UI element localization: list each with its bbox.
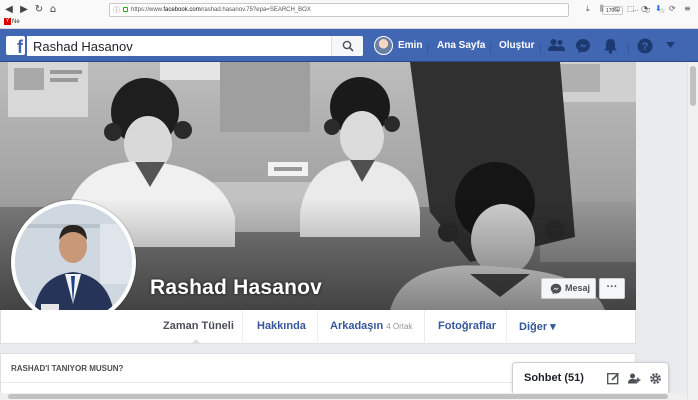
library-icon[interactable]: ⫼ xyxy=(600,4,604,14)
tab-friends-label: Arkadaşın xyxy=(330,320,384,332)
info-icon[interactable]: ⓘ xyxy=(113,4,120,16)
profile-picture[interactable] xyxy=(11,200,136,325)
screenshot-icon[interactable]: ⬚ xyxy=(627,4,635,14)
scrollbar-thumb[interactable] xyxy=(690,66,696,106)
profile-tabs: Zaman Tüneli Hakkında Arkadaşın 4 Ortak F… xyxy=(0,310,636,344)
download-icon[interactable]: ⤓ xyxy=(586,4,590,14)
extension-icon[interactable]: ◔ xyxy=(641,4,648,14)
avatar xyxy=(374,36,393,55)
nav-divider xyxy=(490,43,491,54)
user-name: Emin xyxy=(398,40,423,51)
svg-text:?: ? xyxy=(642,41,649,53)
scrollbar-thumb[interactable] xyxy=(8,394,668,399)
sidebar-icon[interactable]: ▭ xyxy=(613,4,621,14)
search-icon xyxy=(342,40,354,52)
tab-divider xyxy=(424,310,425,344)
nav-divider xyxy=(427,43,428,54)
home-link[interactable]: Ana Sayfa xyxy=(437,40,485,51)
search-input[interactable] xyxy=(27,36,327,56)
messenger-icon[interactable] xyxy=(575,38,591,54)
create-group-icon[interactable] xyxy=(628,372,642,385)
profile-link[interactable]: Emin xyxy=(374,35,422,56)
friend-requests-icon[interactable] xyxy=(548,38,565,52)
chat-label: Sohbet (51) xyxy=(524,372,584,384)
profile-picture-image xyxy=(15,204,132,321)
nav-divider xyxy=(628,43,629,54)
messenger-icon xyxy=(550,283,562,295)
forward-icon[interactable]: ▶ xyxy=(18,4,30,16)
search-box xyxy=(27,36,363,56)
lock-icon xyxy=(123,7,128,12)
message-button[interactable]: Mesaj xyxy=(541,278,596,299)
tab-more[interactable]: Diğer ▾ xyxy=(519,320,556,333)
active-tab-indicator xyxy=(191,339,201,344)
message-button-label: Mesaj xyxy=(565,283,591,293)
tab-divider xyxy=(506,310,507,344)
save-extension-icon[interactable]: ⬇ xyxy=(655,4,662,14)
card-title: RASHAD'I TANIYOR MUSUN? xyxy=(11,364,124,373)
account-menu-caret-icon[interactable] xyxy=(666,42,675,48)
back-icon[interactable]: ◀ xyxy=(3,4,15,16)
bookmark-item[interactable]: Y Ne xyxy=(4,18,20,25)
tab-friends[interactable]: Arkadaşın 4 Ortak xyxy=(330,320,412,332)
facebook-top-bar: f Emin Ana Sayfa Oluştur ? xyxy=(0,29,698,62)
url-domain: facebook.com xyxy=(163,7,201,13)
help-icon[interactable]: ? xyxy=(637,38,653,54)
tab-divider xyxy=(317,310,318,344)
profile-name: Rashad Hasanov xyxy=(150,276,323,299)
reload-icon[interactable]: ↻ xyxy=(33,4,45,16)
tab-photos[interactable]: Fotoğraflar xyxy=(438,320,496,332)
home-icon[interactable]: ⌂ xyxy=(47,4,59,16)
more-options-button[interactable]: ··· xyxy=(599,278,625,299)
facebook-logo-icon[interactable]: f xyxy=(6,36,25,55)
vertical-scrollbar[interactable] xyxy=(687,62,698,400)
address-bar[interactable]: ⓘ https://www.facebook.com/rashad.hasano… xyxy=(109,3,665,17)
horizontal-scrollbar[interactable] xyxy=(0,393,687,400)
nav-divider xyxy=(540,43,541,54)
sync-icon[interactable]: ⟳ xyxy=(669,4,676,14)
menu-icon[interactable]: ≡ xyxy=(684,4,691,14)
notifications-bell-icon[interactable] xyxy=(603,38,618,54)
url-text: https://www.facebook.com/rashad.hasanov.… xyxy=(131,7,311,13)
browser-toolbar: ◀ ▶ ↻ ⌂ ⓘ https://www.facebook.com/rasha… xyxy=(0,0,698,29)
bookmark-favicon-icon: Y xyxy=(4,18,11,25)
search-button[interactable] xyxy=(331,36,363,56)
tab-divider xyxy=(242,310,243,344)
tab-timeline[interactable]: Zaman Tüneli xyxy=(163,320,234,332)
create-link[interactable]: Oluştur xyxy=(499,40,535,51)
new-message-icon[interactable] xyxy=(607,372,620,385)
tab-about[interactable]: Hakkında xyxy=(257,320,306,332)
chat-tab[interactable]: Sohbet (51) xyxy=(512,362,669,394)
chat-settings-gear-icon[interactable] xyxy=(649,372,662,385)
mutual-friends-count: 4 Ortak xyxy=(386,322,413,331)
